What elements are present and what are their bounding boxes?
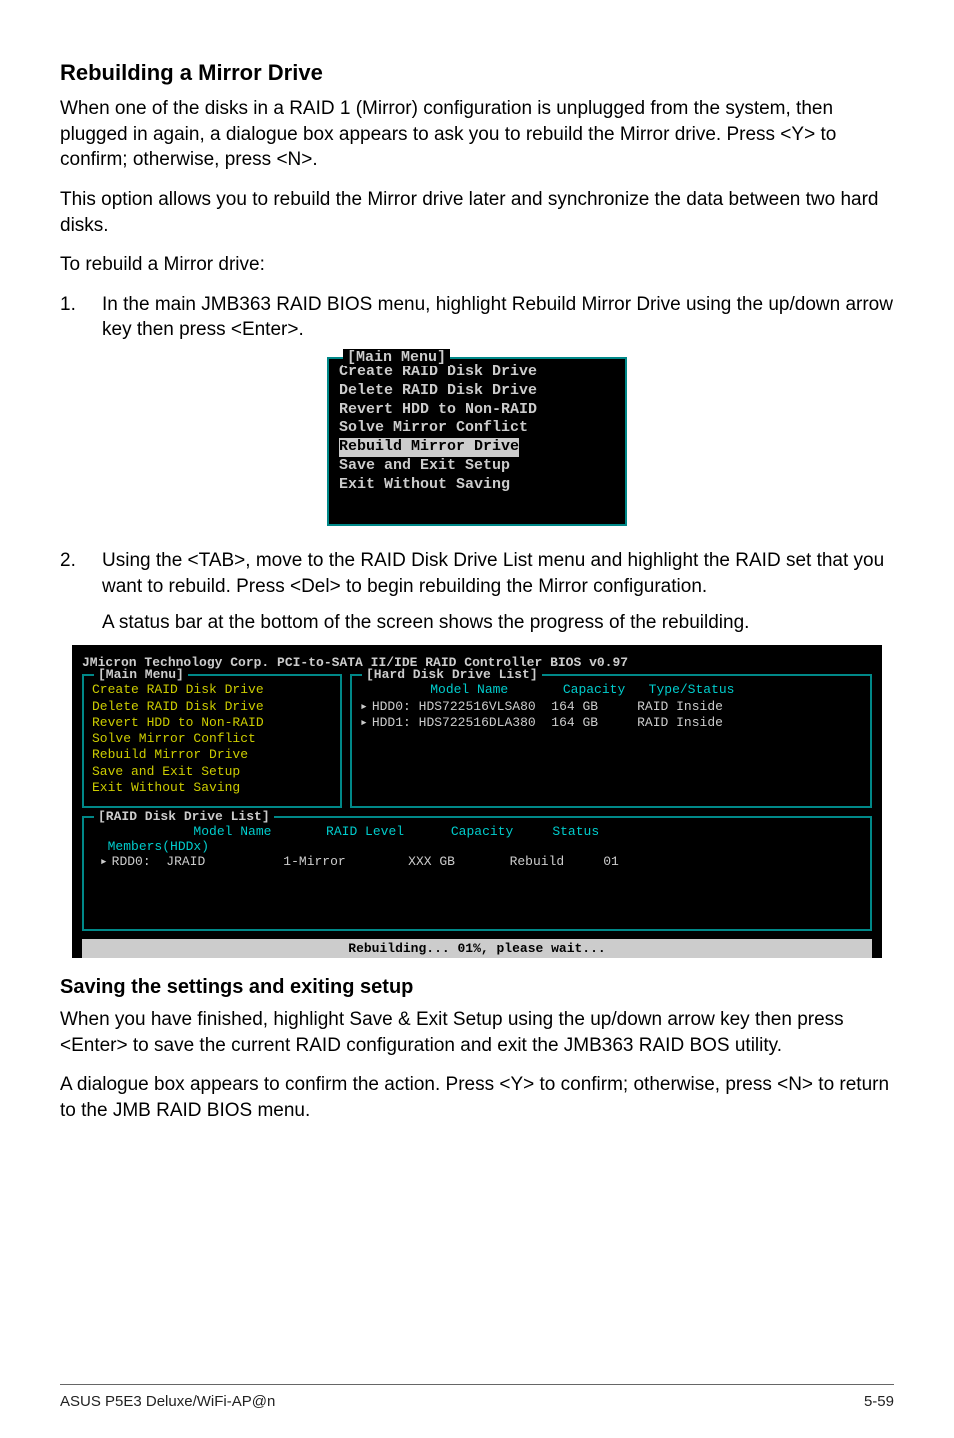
raid-members-label: Members(HDDx) (92, 839, 862, 854)
bios-status-bar: Rebuilding... 01%, please wait... (82, 939, 872, 958)
footer-left: ASUS P5E3 Deluxe/WiFi-AP@n (60, 1393, 275, 1410)
panel-label: [Hard Disk Drive List] (362, 667, 542, 682)
step-subtext: A status bar at the bottom of the screen… (102, 610, 894, 636)
section-title-saving: Saving the settings and exiting setup (60, 976, 894, 999)
menu-item: Save and Exit Setup (339, 457, 615, 476)
bios-main-menu-panel: [Main Menu] Create RAID Disk Drive Delet… (82, 674, 342, 808)
raid-capacity: XXX GB (408, 854, 455, 869)
hdd-type: RAID Inside (637, 715, 723, 730)
menu-item: Create RAID Disk Drive (92, 682, 332, 698)
paragraph: This option allows you to rebuild the Mi… (60, 187, 894, 238)
paragraph: To rebuild a Mirror drive: (60, 252, 894, 278)
panel-label: [Main Menu] (94, 667, 188, 682)
paragraph: A dialogue box appears to confirm the ac… (60, 1072, 894, 1123)
paragraph: When one of the disks in a RAID 1 (Mirro… (60, 96, 894, 173)
col-model: Model Name (430, 682, 508, 697)
section-title-rebuilding: Rebuilding a Mirror Drive (60, 60, 894, 86)
members-label: Members(HDDx) (108, 839, 209, 854)
menu-item: Solve Mirror Conflict (339, 419, 615, 438)
bios-raid-list-panel: [RAID Disk Drive List] Model Name RAID L… (82, 816, 872, 931)
menu-item: Exit Without Saving (339, 476, 615, 495)
menu-item: Delete RAID Disk Drive (339, 382, 615, 401)
page-footer: ASUS P5E3 Deluxe/WiFi-AP@n 5-59 (60, 1384, 894, 1410)
menu-item: Delete RAID Disk Drive (92, 699, 332, 715)
panel-label: [RAID Disk Drive List] (94, 809, 274, 824)
menu-item: Revert HDD to Non-RAID (339, 401, 615, 420)
step-text: Using the <TAB>, move to the RAID Disk D… (102, 548, 894, 599)
col-capacity: Capacity (451, 824, 513, 839)
bios-box-label: [Main Menu] (343, 349, 450, 366)
raid-header-row: Model Name RAID Level Capacity Status (92, 824, 862, 839)
col-type: Type/Status (649, 682, 735, 697)
hdd-id: HDD1: (372, 715, 411, 730)
col-capacity: Capacity (563, 682, 625, 697)
hdd-row: HDD1: HDS722516DLA380 164 GB RAID Inside (360, 715, 862, 731)
step-2: 2. Using the <TAB>, move to the RAID Dis… (60, 548, 894, 599)
hdd-row: HDD0: HDS722516VLSA80 164 GB RAID Inside (360, 699, 862, 715)
col-level: RAID Level (326, 824, 404, 839)
menu-item: Exit Without Saving (92, 780, 332, 796)
bios-hdd-list-panel: [Hard Disk Drive List] Model Name Capaci… (350, 674, 872, 808)
hdd-id: HDD0: (372, 699, 411, 714)
raid-level: 1-Mirror (283, 854, 345, 869)
hdd-capacity: 164 GB (551, 699, 598, 714)
menu-item: Solve Mirror Conflict (92, 731, 332, 747)
hdd-model: HDS722516DLA380 (419, 715, 536, 730)
bios-main-menu-small: [Main Menu] Create RAID Disk Drive Delet… (327, 357, 627, 526)
step-text: In the main JMB363 RAID BIOS menu, highl… (102, 292, 894, 343)
menu-item: Save and Exit Setup (92, 764, 332, 780)
raid-members: 01 (603, 854, 619, 869)
bios-full-screen: JMicron Technology Corp. PCI-to-SATA II/… (72, 645, 882, 958)
paragraph: When you have finished, highlight Save &… (60, 1007, 894, 1058)
col-model: Model Name (193, 824, 271, 839)
step-number: 1. (60, 292, 102, 343)
step-1: 1. In the main JMB363 RAID BIOS menu, hi… (60, 292, 894, 343)
hdd-header-row: Model Name Capacity Type/Status (360, 682, 862, 698)
menu-item-selected: Rebuild Mirror Drive (339, 438, 519, 457)
raid-status: Rebuild (510, 854, 565, 869)
raid-name: JRAID (166, 854, 205, 869)
menu-item: Revert HDD to Non-RAID (92, 715, 332, 731)
raid-row: RDD0: JRAID 1-Mirror XXX GB Rebuild 01 (92, 854, 862, 869)
hdd-model: HDS722516VLSA80 (419, 699, 536, 714)
menu-item: Rebuild Mirror Drive (92, 747, 332, 763)
col-status: Status (552, 824, 599, 839)
step-number: 2. (60, 548, 102, 599)
footer-right: 5-59 (864, 1393, 894, 1410)
raid-id: RDD0: (112, 854, 151, 869)
hdd-capacity: 164 GB (551, 715, 598, 730)
hdd-type: RAID Inside (637, 699, 723, 714)
